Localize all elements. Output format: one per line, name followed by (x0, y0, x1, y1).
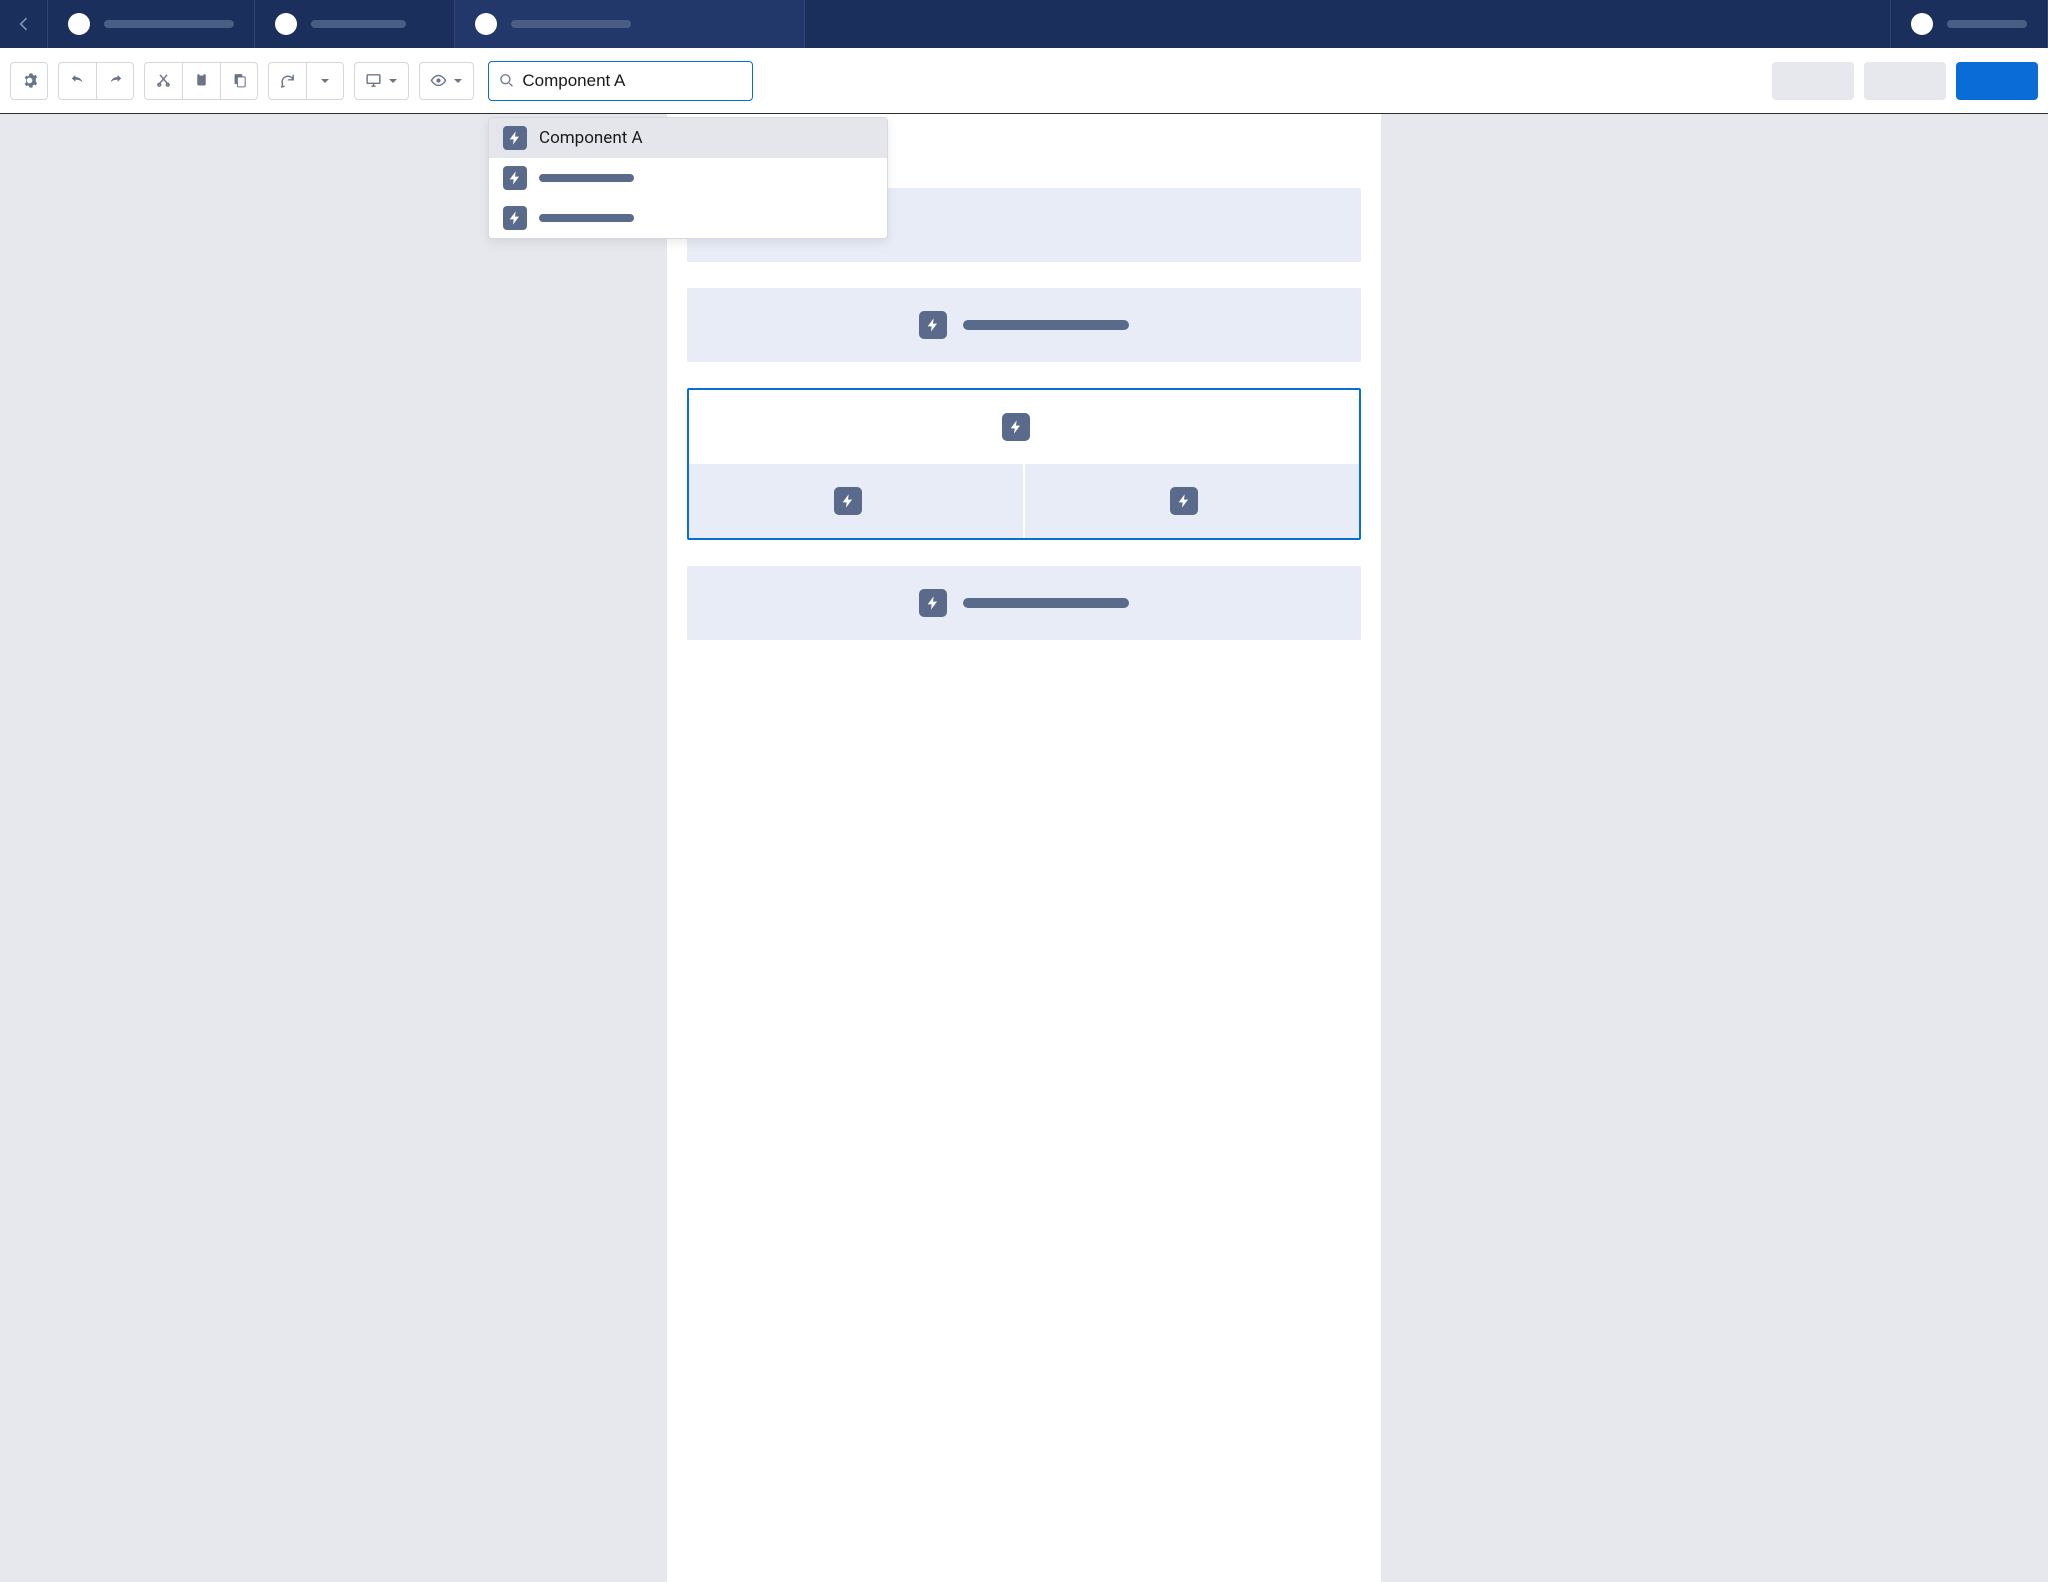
redo-icon (107, 72, 124, 89)
nav-tab-1[interactable] (48, 0, 255, 48)
bolt-icon (503, 166, 527, 190)
copy-button[interactable] (182, 62, 220, 100)
eye-icon (430, 72, 447, 89)
back-icon (14, 14, 34, 34)
clipboard-group (144, 62, 258, 100)
tab-avatar (68, 13, 90, 35)
component-search[interactable] (488, 61, 753, 101)
toolbar-action-2[interactable] (1864, 62, 1946, 100)
cut-icon (155, 72, 172, 89)
canvas-component-block[interactable] (687, 566, 1361, 640)
toolbar-action-primary[interactable] (1956, 62, 2038, 100)
undo-redo-group (58, 62, 134, 100)
undo-icon (69, 72, 86, 89)
visibility-dropdown[interactable] (419, 62, 474, 100)
group-header[interactable] (689, 390, 1359, 464)
nav-tab-3[interactable] (455, 0, 805, 48)
component-label-placeholder (963, 320, 1129, 330)
group-cell-left[interactable] (689, 464, 1025, 538)
refresh-dropdown[interactable] (306, 62, 344, 100)
tab-label-placeholder (511, 20, 631, 28)
copy-icon (193, 72, 210, 89)
paste-icon (231, 72, 248, 89)
bolt-icon (919, 311, 947, 339)
display-mode-dropdown[interactable] (354, 62, 409, 100)
search-result-label: Component A (539, 128, 643, 148)
nav-tab-right[interactable] (1891, 0, 2048, 48)
caret-down-icon (453, 76, 463, 86)
tab-avatar (475, 13, 497, 35)
tab-label-placeholder (311, 20, 406, 28)
bolt-icon (1170, 487, 1198, 515)
tab-label-placeholder (104, 20, 234, 28)
settings-button[interactable] (10, 62, 48, 100)
paste-button[interactable] (220, 62, 258, 100)
refresh-group (268, 62, 344, 100)
search-result-3[interactable] (489, 198, 887, 238)
cut-button[interactable] (144, 62, 182, 100)
search-result-2[interactable] (489, 158, 887, 198)
bolt-icon (834, 487, 862, 515)
undo-button[interactable] (58, 62, 96, 100)
toolbar-action-1[interactable] (1772, 62, 1854, 100)
tab-avatar (275, 13, 297, 35)
search-result-label-placeholder (539, 174, 634, 182)
search-result-1[interactable]: Component A (489, 118, 887, 158)
gear-icon (21, 72, 38, 89)
redo-button[interactable] (96, 62, 134, 100)
page-canvas (667, 114, 1381, 1582)
canvas-workspace[interactable] (0, 114, 2048, 1582)
bolt-icon (919, 589, 947, 617)
tab-label-placeholder (1947, 20, 2027, 28)
search-wrap: Component A (488, 61, 753, 101)
search-results-dropdown: Component A (488, 117, 888, 239)
bolt-icon (503, 206, 527, 230)
refresh-icon (279, 72, 296, 89)
top-nav (0, 0, 2048, 48)
group-cell-right[interactable] (1025, 464, 1359, 538)
display-icon (365, 72, 382, 89)
component-label-placeholder (963, 598, 1129, 608)
tab-avatar (1911, 13, 1933, 35)
toolbar: Component A (0, 48, 2048, 114)
nav-spacer (805, 0, 1891, 48)
search-result-label-placeholder (539, 214, 634, 222)
caret-down-icon (388, 76, 398, 86)
canvas-component-block[interactable] (687, 288, 1361, 362)
refresh-button[interactable] (268, 62, 306, 100)
search-icon (499, 72, 514, 89)
bolt-icon (1002, 413, 1030, 441)
group-row (689, 464, 1359, 538)
caret-down-icon (320, 76, 330, 86)
component-search-input[interactable] (522, 71, 742, 91)
bolt-icon (503, 126, 527, 150)
selected-component-group[interactable] (687, 388, 1361, 540)
back-button[interactable] (0, 0, 48, 48)
nav-tab-2[interactable] (255, 0, 455, 48)
